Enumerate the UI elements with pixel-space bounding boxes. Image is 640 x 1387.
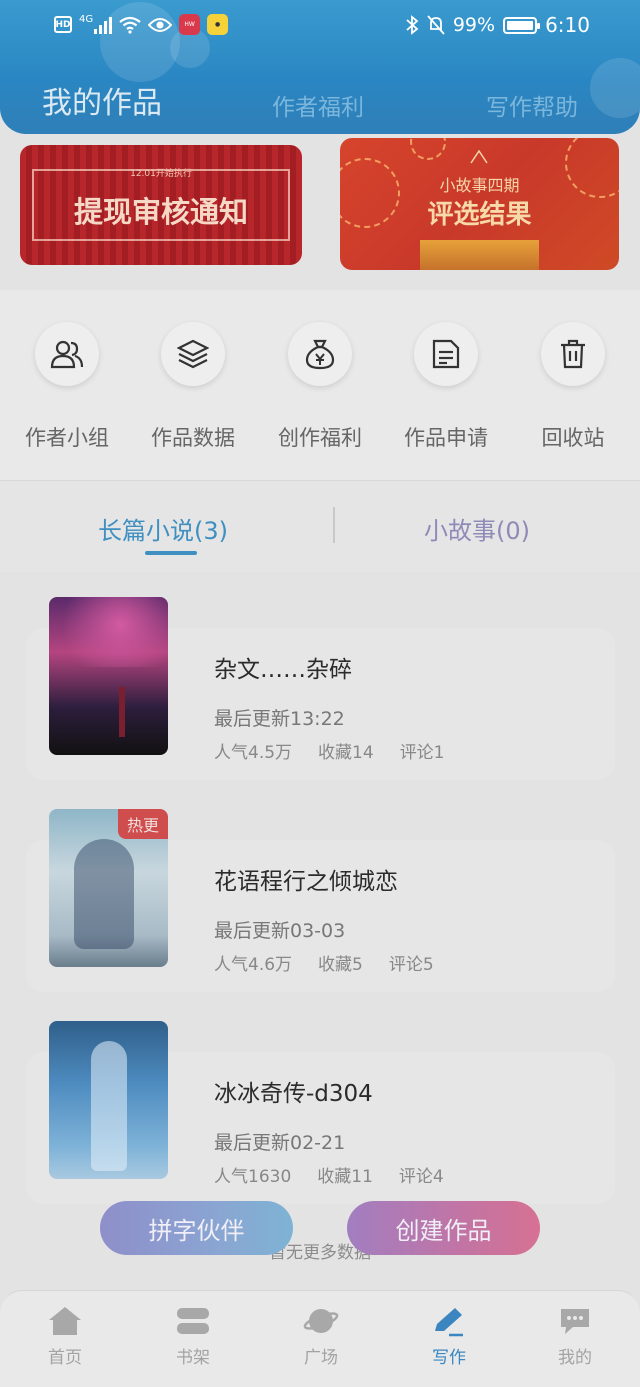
quick-author-group[interactable]: 作者小组	[12, 322, 122, 452]
work-update-time: 最后更新13:22	[214, 708, 345, 730]
quick-works-data[interactable]: 作品数据	[138, 322, 248, 452]
wifi-icon	[119, 16, 141, 34]
crown-icon	[470, 150, 488, 164]
work-title[interactable]: 冰冰奇传-d304	[214, 1074, 373, 1108]
quick-label: 创作福利	[278, 426, 362, 450]
work-favorites: 收藏14	[318, 743, 374, 763]
huawei-app-icon: HW	[179, 14, 201, 35]
work-popularity: 人气1630	[214, 1167, 292, 1187]
work-stats: 人气4.6万 收藏5 评论5	[214, 950, 434, 975]
notification-app-icon: ●	[207, 14, 229, 35]
banner-title: 提现审核通知	[73, 195, 248, 229]
work-title[interactable]: 花语程行之倾城恋	[214, 862, 398, 896]
planet-icon	[303, 1309, 339, 1333]
tab-author-benefits[interactable]: 作者福利	[272, 88, 364, 122]
word-partner-button[interactable]: 拼字伙伴	[100, 1201, 293, 1255]
banner-withdrawal-notice[interactable]: 12.01开始执行 提现审核通知	[20, 145, 302, 265]
work-stats: 人气1630 收藏11 评论4	[214, 1162, 444, 1187]
bluetooth-icon	[406, 15, 419, 35]
decor-bubble	[590, 58, 640, 118]
clock: 6:10	[545, 13, 590, 37]
hd-icon: HD	[54, 16, 72, 33]
battery-icon	[503, 16, 541, 34]
quick-label: 作品申请	[404, 426, 488, 450]
quick-label: 作品数据	[151, 426, 235, 450]
quick-creative-benefits[interactable]: 创作福利	[265, 322, 375, 452]
work-cover[interactable]: 热更	[49, 809, 168, 967]
banner-small-text: 12.01开始执行	[130, 169, 192, 179]
nav-writing[interactable]: 写作	[409, 1305, 489, 1368]
home-icon	[49, 1307, 81, 1335]
nav-square[interactable]: 广场	[281, 1305, 361, 1368]
work-cover[interactable]	[49, 1021, 168, 1179]
nav-mine[interactable]: 我的	[535, 1305, 615, 1368]
tab-short-stories[interactable]: 小故事(0)	[424, 511, 530, 546]
quick-recycle-bin[interactable]: 回收站	[518, 322, 628, 452]
money-bag-icon	[305, 339, 335, 370]
network-type: 4G	[79, 14, 94, 25]
stage-decor	[420, 240, 539, 270]
work-comments: 评论4	[398, 1167, 444, 1187]
banner-line2: 评选结果	[427, 200, 532, 230]
quick-label: 作者小组	[25, 426, 109, 450]
create-work-button[interactable]: 创建作品	[347, 1201, 540, 1255]
quick-actions: 作者小组 作品数据 创作福利 作品申请 回收站	[0, 290, 640, 480]
work-popularity: 人气4.6万	[214, 955, 293, 975]
battery-percent: 99%	[452, 14, 496, 36]
nav-home[interactable]: 首页	[25, 1305, 105, 1368]
banner-line1: 小故事四期	[439, 176, 520, 195]
people-icon	[50, 340, 84, 369]
no-more-data: 暂无更多数据	[269, 1243, 371, 1263]
tab-active-indicator	[145, 551, 197, 555]
work-favorites: 收藏5	[318, 955, 363, 975]
mute-bell-icon	[427, 15, 445, 35]
tab-writing-help[interactable]: 写作帮助	[486, 88, 578, 122]
work-comments: 评论1	[399, 743, 445, 763]
work-favorites: 收藏11	[317, 1167, 373, 1187]
work-update-time: 最后更新03-03	[214, 920, 346, 942]
work-comments: 评论5	[388, 955, 434, 975]
signal-icon	[94, 16, 113, 34]
works-tabs: 长篇小说(3) 小故事(0)	[0, 480, 640, 572]
page-title: 我的作品	[42, 86, 162, 121]
work-cover[interactable]	[49, 597, 168, 755]
banner-story-results[interactable]: 小故事四期 评选结果	[340, 138, 619, 270]
work-update-time: 最后更新02-21	[214, 1132, 346, 1154]
work-popularity: 人气4.5万	[214, 743, 293, 763]
document-icon	[432, 339, 460, 369]
work-title[interactable]: 杂文……杂碎	[214, 650, 352, 684]
bookshelf-icon	[177, 1308, 209, 1334]
chat-icon	[561, 1309, 589, 1334]
tab-long-novels[interactable]: 长篇小说(3)	[98, 511, 228, 546]
tab-divider	[333, 507, 335, 543]
quick-label: 回收站	[541, 426, 605, 450]
work-stats: 人气4.5万 收藏14 评论1	[214, 738, 445, 763]
layers-icon	[177, 339, 209, 369]
pen-icon	[435, 1308, 463, 1337]
bottom-nav: 首页 书架 广场 写作 我的	[0, 1290, 640, 1387]
status-bar: HD 4G HW ● 99% 6:10	[0, 0, 640, 50]
hot-badge: 热更	[118, 809, 168, 839]
trash-icon	[561, 339, 585, 369]
quick-works-apply[interactable]: 作品申请	[391, 322, 501, 452]
header: HD 4G HW ● 99% 6:10 我的作品 作者福利 写作帮助	[0, 0, 640, 134]
nav-bookshelf[interactable]: 书架	[153, 1305, 233, 1368]
eye-icon	[148, 17, 173, 32]
